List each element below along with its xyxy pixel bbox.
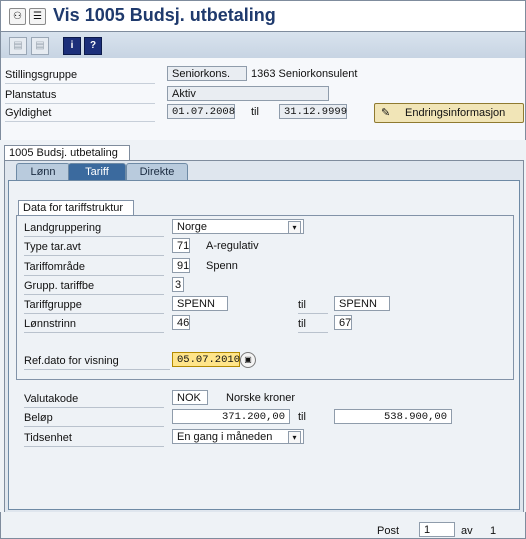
application-toolbar: ▤ ▤ i ? bbox=[0, 31, 526, 59]
planstatus-label: Planstatus bbox=[5, 87, 155, 104]
tab-tariff[interactable]: Tariff bbox=[68, 163, 126, 181]
tariffgruppe-til-label: til bbox=[298, 298, 328, 314]
tariffomrade-field[interactable]: 91 bbox=[172, 258, 190, 273]
tab-direkte[interactable]: Direkte bbox=[126, 163, 188, 181]
tariffgruppe-label: Tariffgruppe bbox=[24, 298, 164, 314]
tidsenhet-select[interactable]: En gang i måneden ▾ bbox=[172, 429, 304, 444]
belop-to-field[interactable]: 538.900,00 bbox=[334, 409, 452, 424]
endringsinformasjon-button[interactable]: ✎ Endringsinformasjon bbox=[374, 103, 524, 123]
tariffgruppe-from-field[interactable]: SPENN bbox=[172, 296, 228, 311]
tidsenhet-label: Tidsenhet bbox=[24, 431, 164, 447]
tidsenhet-value: En gang i måneden bbox=[177, 431, 273, 443]
gyldighet-from-field[interactable]: 01.07.2008 bbox=[167, 104, 235, 119]
next-icon[interactable]: ▤ bbox=[31, 37, 49, 55]
footer: Post 1 av 1 bbox=[0, 512, 526, 539]
refdato-label: Ref.dato for visning bbox=[24, 354, 170, 370]
help-icon[interactable]: ? bbox=[84, 37, 102, 55]
endring-icon: ✎ bbox=[381, 107, 391, 119]
glasses-icon[interactable]: ⚇ bbox=[9, 8, 26, 25]
prev-icon[interactable]: ▤ bbox=[9, 37, 27, 55]
endringsinformasjon-label: Endringsinformasjon bbox=[405, 107, 506, 119]
valutakode-text: Norske kroner bbox=[226, 392, 296, 404]
tariffomrade-label: Tariffområde bbox=[24, 260, 164, 276]
stillingsgruppe-label: Stillingsgruppe bbox=[5, 67, 155, 84]
landgruppering-select[interactable]: Norge ▾ bbox=[172, 219, 304, 234]
section-title: 1005 Budsj. utbetaling bbox=[4, 145, 130, 161]
tariffomrade-text: Spenn bbox=[206, 260, 238, 272]
calendar-icon[interactable]: ▣ bbox=[240, 352, 256, 368]
belop-label: Beløp bbox=[24, 411, 164, 427]
planstatus-field[interactable]: Aktiv bbox=[167, 86, 329, 101]
header-area: Stillingsgruppe Seniorkons. 1363 Seniork… bbox=[0, 58, 526, 140]
dropdown-icon[interactable]: ▾ bbox=[288, 221, 301, 234]
group-title: Data for tariffstruktur bbox=[18, 200, 134, 216]
refdato-field[interactable]: 05.07.2010 bbox=[172, 352, 240, 367]
lonnstrinn-from-field[interactable]: 46 bbox=[172, 315, 190, 330]
type-tar-avt-field[interactable]: 71 bbox=[172, 238, 190, 253]
stillingsgruppe-text: 1363 Seniorkonsulent bbox=[251, 68, 358, 80]
lonnstrinn-til-label: til bbox=[298, 317, 328, 333]
page-title: Vis 1005 Budsj. utbetaling bbox=[53, 5, 276, 25]
tariffgruppe-to-field[interactable]: SPENN bbox=[334, 296, 390, 311]
menu-icon[interactable]: ☰ bbox=[29, 8, 46, 25]
post-field[interactable]: 1 bbox=[419, 522, 455, 537]
title-bar: ⚇ ☰ Vis 1005 Budsj. utbetaling bbox=[0, 0, 526, 31]
lonnstrinn-to-field[interactable]: 67 bbox=[334, 315, 352, 330]
type-tar-avt-label: Type tar.avt bbox=[24, 240, 164, 256]
belop-til-label: til bbox=[298, 411, 306, 423]
info-icon[interactable]: i bbox=[63, 37, 81, 55]
belop-from-field[interactable]: 371.200,00 bbox=[172, 409, 290, 424]
tab-lonn[interactable]: Lønn bbox=[16, 163, 70, 181]
lonnstrinn-label: Lønnstrinn bbox=[24, 317, 164, 333]
stillingsgruppe-field[interactable]: Seniorkons. bbox=[167, 66, 247, 81]
gyldighet-til-label: til bbox=[251, 106, 259, 118]
landgruppering-label: Landgruppering bbox=[24, 221, 164, 237]
type-tar-avt-text: A-regulativ bbox=[206, 240, 259, 252]
grupp-tariffbe-label: Grupp. tariffbe bbox=[24, 279, 164, 295]
landgruppering-value: Norge bbox=[177, 221, 207, 233]
valutakode-field[interactable]: NOK bbox=[172, 390, 208, 405]
gyldighet-to-field[interactable]: 31.12.9999 bbox=[279, 104, 347, 119]
gyldighet-label: Gyldighet bbox=[5, 105, 155, 122]
grupp-tariffbe-field[interactable]: 3 bbox=[172, 277, 184, 292]
av-label: av bbox=[461, 525, 473, 537]
total-count: 1 bbox=[490, 525, 497, 537]
valutakode-label: Valutakode bbox=[24, 392, 164, 408]
dropdown-icon[interactable]: ▾ bbox=[288, 431, 301, 444]
post-label: Post bbox=[377, 525, 400, 537]
